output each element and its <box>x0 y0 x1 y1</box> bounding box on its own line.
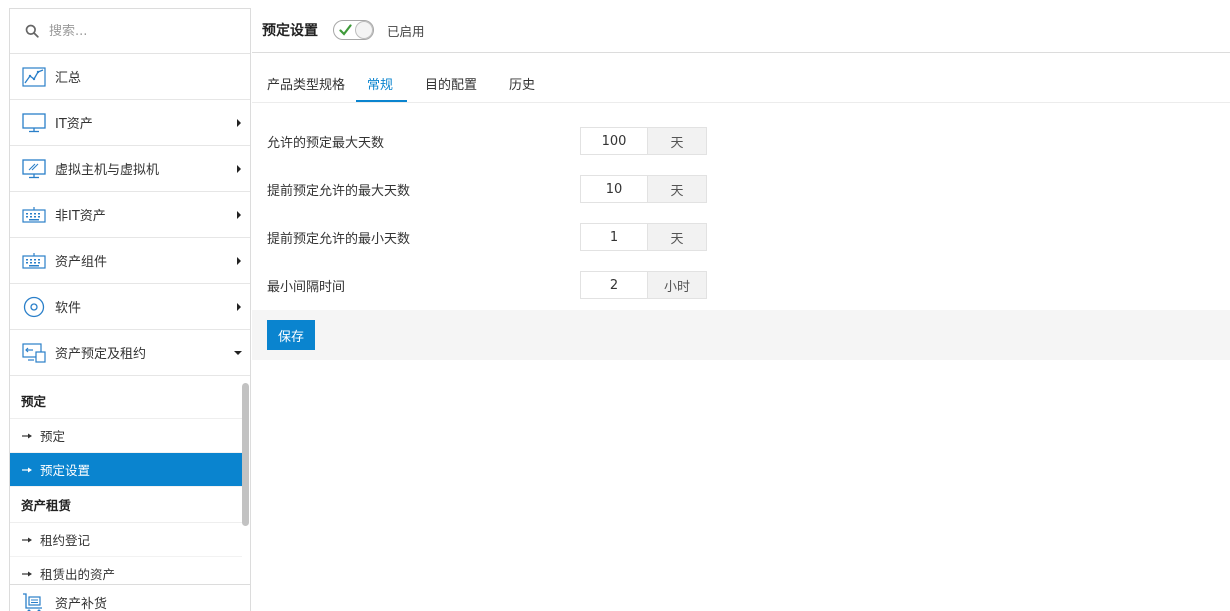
submenu-item-label: 租约登记 <box>40 533 91 548</box>
tab-bar: 产品类型规格 常规 目的配置 历史 <box>252 53 1230 103</box>
caret-right-icon <box>237 302 241 311</box>
submenu-item-label: 预定设置 <box>40 463 91 478</box>
form-row-advance-min-days: 提前预定允许的最小天数 天 <box>252 213 1230 261</box>
submenu-item-label: 预定 <box>40 429 66 444</box>
submenu-list: 预定 预定 预定设置 资产租赁 租约登记 租赁出的资产 <box>10 383 242 583</box>
sidebar-item-asset-components[interactable]: 资产组件 <box>10 238 250 284</box>
submenu-item-lease-register[interactable]: 租约登记 <box>10 523 242 557</box>
advance-min-days-field: 天 <box>580 223 707 251</box>
submenu-item-reservation[interactable]: 预定 <box>10 419 242 453</box>
app-root: 汇总 IT资产 <box>0 0 1230 611</box>
sidebar-item-label: 资产补货 <box>55 597 108 611</box>
arrow-right-icon <box>22 433 32 438</box>
arrow-right-icon <box>22 537 32 542</box>
arrow-right-icon <box>22 467 32 472</box>
line-chart-icon <box>22 66 46 88</box>
sidebar-item-label: 软件 <box>55 301 82 316</box>
submenu-panel: 预定 预定 预定设置 资产租赁 租约登记 租赁出的资产 <box>10 383 250 583</box>
field-label: 提前预定允许的最小天数 <box>267 231 411 247</box>
cart-icon <box>22 592 46 611</box>
submenu-item-reservation-settings[interactable]: 预定设置 <box>10 453 242 487</box>
sidebar-item-label: IT资产 <box>55 117 93 132</box>
caret-right-icon <box>237 256 241 265</box>
main-panel: 预定设置 已启用 产品类型规格 常规 目的配置 历史 允许的预定最大天数 天 <box>252 8 1230 611</box>
unit-label: 天 <box>647 224 706 250</box>
sidebar-item-non-it-assets[interactable]: 非IT资产 <box>10 192 250 238</box>
sidebar-item-summary[interactable]: 汇总 <box>10 54 250 100</box>
disc-icon <box>22 296 46 318</box>
page-title: 预定设置 <box>262 23 318 39</box>
save-button[interactable]: 保存 <box>267 320 315 350</box>
caret-right-icon <box>237 210 241 219</box>
settings-form: 允许的预定最大天数 天 提前预定允许的最大天数 天 提前预定允许的最小天数 天 <box>252 103 1230 309</box>
unit-label: 天 <box>647 176 706 202</box>
submenu-item-label: 租赁出的资产 <box>40 567 116 582</box>
check-icon <box>339 24 352 36</box>
min-interval-field: 小时 <box>580 271 707 299</box>
sidebar-item-software[interactable]: 软件 <box>10 284 250 330</box>
field-label: 最小间隔时间 <box>267 279 346 295</box>
max-days-field: 天 <box>580 127 707 155</box>
keyboard-icon <box>22 204 46 226</box>
form-footer: 保存 <box>252 310 1230 360</box>
sidebar-item-virtual-hosts[interactable]: 虚拟主机与虚拟机 <box>10 146 250 192</box>
page-header: 预定设置 已启用 <box>252 8 1230 53</box>
monitor-icon <box>22 112 46 134</box>
tab-history[interactable]: 历史 <box>508 74 550 102</box>
submenu-scrollbar[interactable] <box>241 383 250 583</box>
form-row-advance-max-days: 提前预定允许的最大天数 天 <box>252 165 1230 213</box>
min-interval-input[interactable] <box>581 272 647 298</box>
advance-max-days-field: 天 <box>580 175 707 203</box>
scrollbar-thumb[interactable] <box>242 383 249 526</box>
caret-right-icon <box>237 164 241 173</box>
tab-product-type-specs[interactable]: 产品类型规格 <box>266 74 345 102</box>
sidebar-item-label: 非IT资产 <box>55 209 106 224</box>
search-input[interactable] <box>49 23 229 39</box>
tab-general[interactable]: 常规 <box>356 74 408 102</box>
submenu-group-title: 资产租赁 <box>10 487 242 523</box>
sidebar: 汇总 IT资产 <box>9 8 251 611</box>
unit-label: 天 <box>647 128 706 154</box>
max-days-input[interactable] <box>581 128 647 154</box>
tab-purpose-config[interactable]: 目的配置 <box>424 74 477 102</box>
virtual-monitor-icon <box>22 158 46 180</box>
submenu-item-leased-assets[interactable]: 租赁出的资产 <box>10 557 242 583</box>
form-row-max-days: 允许的预定最大天数 天 <box>252 117 1230 165</box>
advance-max-days-input[interactable] <box>581 176 647 202</box>
sidebar-item-label: 资产组件 <box>55 255 108 270</box>
sidebar-item-label: 资产预定及租约 <box>55 347 147 362</box>
caret-right-icon <box>237 118 241 127</box>
submenu-group-title: 预定 <box>10 383 242 419</box>
toggle-knob <box>355 21 373 39</box>
sidebar-item-label: 虚拟主机与虚拟机 <box>55 163 160 178</box>
sidebar-item-asset-replenishment[interactable]: 资产补货 <box>10 584 250 611</box>
keyboard-icon <box>22 250 46 272</box>
arrow-right-icon <box>22 571 32 576</box>
advance-min-days-input[interactable] <box>581 224 647 250</box>
enable-toggle[interactable] <box>333 20 374 40</box>
form-row-min-interval: 最小间隔时间 小时 <box>252 261 1230 309</box>
caret-down-icon <box>234 350 242 355</box>
sidebar-item-asset-reservation[interactable]: 资产预定及租约 <box>10 330 250 376</box>
field-label: 允许的预定最大天数 <box>267 135 385 151</box>
search-icon <box>25 24 39 38</box>
toggle-status-text: 已启用 <box>387 23 425 39</box>
reservation-icon <box>22 342 46 364</box>
search-bar <box>10 9 250 54</box>
unit-label: 小时 <box>647 272 706 298</box>
sidebar-item-it-assets[interactable]: IT资产 <box>10 100 250 146</box>
field-label: 提前预定允许的最大天数 <box>267 183 411 199</box>
sidebar-item-label: 汇总 <box>55 71 82 86</box>
